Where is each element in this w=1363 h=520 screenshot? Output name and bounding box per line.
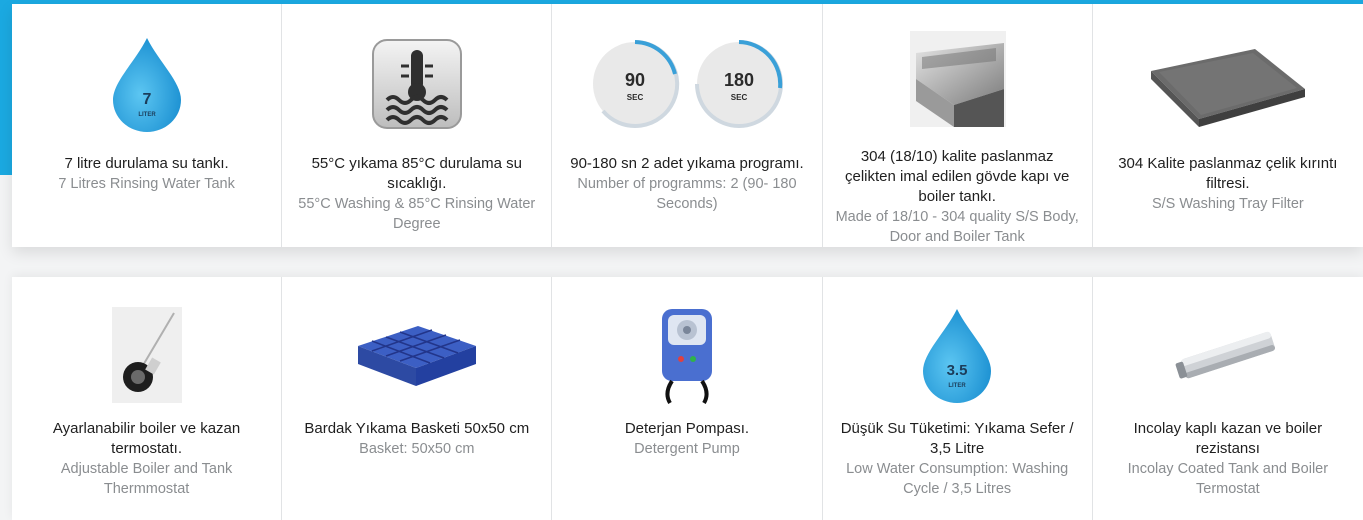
feature-title-tr: Deterjan Pompası. bbox=[624, 420, 750, 437]
feature-subtitle-en: 55°C Washing & 85°C Rinsing Water Degree bbox=[298, 196, 536, 232]
feature-subtitle-en: Made of 18/10 - 304 quality S/S Body, Do… bbox=[835, 209, 1079, 245]
drop-badge-value: 3.5 bbox=[947, 362, 968, 379]
feature-card-low-water: 3.5 LITER Düşük Su Tüketimi: Yıkama Sefe… bbox=[823, 277, 1093, 520]
feature-subtitle-en: Basket: 50x50 cm bbox=[359, 441, 475, 457]
feature-title-tr: 304 (18/10) kalite paslanmaz çelikten im… bbox=[845, 148, 1070, 205]
feature-card-glass-basket: Bardak Yıkama Basketi 50x50 cm Basket: 5… bbox=[282, 277, 553, 520]
feature-title-tr: 304 Kalite paslanmaz çelik kırıntı filtr… bbox=[1118, 155, 1338, 192]
feature-card-rinse-tank: 7 LITER 7 litre durulama su tankı. 7 Lit… bbox=[12, 4, 283, 247]
feature-subtitle-en: Adjustable Boiler and Tank Thermmostat bbox=[60, 461, 233, 497]
tray-filter-icon bbox=[1108, 24, 1348, 144]
feature-subtitle-en: Low Water Consumption: Washing Cycle / 3… bbox=[846, 461, 1069, 497]
feature-subtitle-en: 7 Litres Rinsing Water Tank bbox=[58, 176, 235, 192]
thermostat-icon bbox=[27, 301, 267, 409]
timer-1-value: 90 bbox=[625, 70, 645, 90]
feature-card-tray-filter: 304 Kalite paslanmaz çelik kırıntı filtr… bbox=[1093, 4, 1363, 247]
feature-subtitle-en: S/S Washing Tray Filter bbox=[1151, 196, 1304, 212]
water-temperature-icon bbox=[297, 24, 537, 144]
drop-badge-unit: LITER bbox=[138, 112, 156, 118]
timer-2-unit: SEC bbox=[731, 93, 748, 102]
drop-badge-unit: LITER bbox=[948, 383, 966, 389]
stainless-body-icon bbox=[837, 24, 1077, 137]
feature-title-tr: 7 litre durulama su tankı. bbox=[64, 155, 229, 172]
drop-badge-value: 7 bbox=[142, 91, 151, 108]
heating-element-icon bbox=[1108, 301, 1348, 409]
timer-programs-icon: 90 SEC 180 SEC bbox=[567, 24, 807, 144]
timer-2-value: 180 bbox=[724, 70, 754, 90]
feature-title-tr: Ayarlanabilir boiler ve kazan termostatı… bbox=[52, 420, 241, 457]
detergent-pump-icon bbox=[567, 301, 807, 409]
feature-card-detergent-pump: Deterjan Pompası. Detergent Pump bbox=[552, 277, 823, 520]
features-row-1: 7 LITER 7 litre durulama su tankı. 7 Lit… bbox=[12, 4, 1363, 247]
feature-title-tr: Düşük Su Tüketimi: Yıkama Sefer / 3,5 Li… bbox=[840, 420, 1074, 457]
water-drop-icon: 3.5 LITER bbox=[837, 301, 1077, 409]
feature-card-thermostat: Ayarlanabilir boiler ve kazan termostatı… bbox=[12, 277, 283, 520]
feature-title-tr: Incolay kaplı kazan ve boiler rezistansı bbox=[1133, 420, 1323, 457]
water-drop-icon: 7 LITER bbox=[27, 24, 267, 144]
feature-subtitle-en: Incolay Coated Tank and Boiler Termostat bbox=[1127, 461, 1329, 497]
feature-subtitle-en: Number of programms: 2 (90- 180 Seconds) bbox=[577, 176, 797, 212]
feature-card-water-temperature: 55°C yıkama 85°C durulama su sıcaklığı. … bbox=[282, 4, 553, 247]
feature-subtitle-en: Detergent Pump bbox=[634, 441, 740, 457]
features-row-2: Ayarlanabilir boiler ve kazan termostatı… bbox=[12, 277, 1363, 520]
feature-card-stainless-body: 304 (18/10) kalite paslanmaz çelikten im… bbox=[823, 4, 1093, 247]
feature-title-tr: 55°C yıkama 85°C durulama su sıcaklığı. bbox=[311, 155, 522, 192]
left-accent-bar bbox=[0, 0, 12, 175]
feature-title-tr: Bardak Yıkama Basketi 50x50 cm bbox=[304, 420, 530, 437]
feature-title-tr: 90-180 sn 2 adet yıkama programı. bbox=[570, 155, 804, 172]
feature-card-heating-element: Incolay kaplı kazan ve boiler rezistansı… bbox=[1093, 277, 1363, 520]
timer-1-unit: SEC bbox=[627, 93, 644, 102]
glass-basket-icon bbox=[297, 301, 537, 409]
feature-card-wash-programs: 90 SEC 180 SEC 90-180 sn 2 adet yıkama p… bbox=[552, 4, 823, 247]
